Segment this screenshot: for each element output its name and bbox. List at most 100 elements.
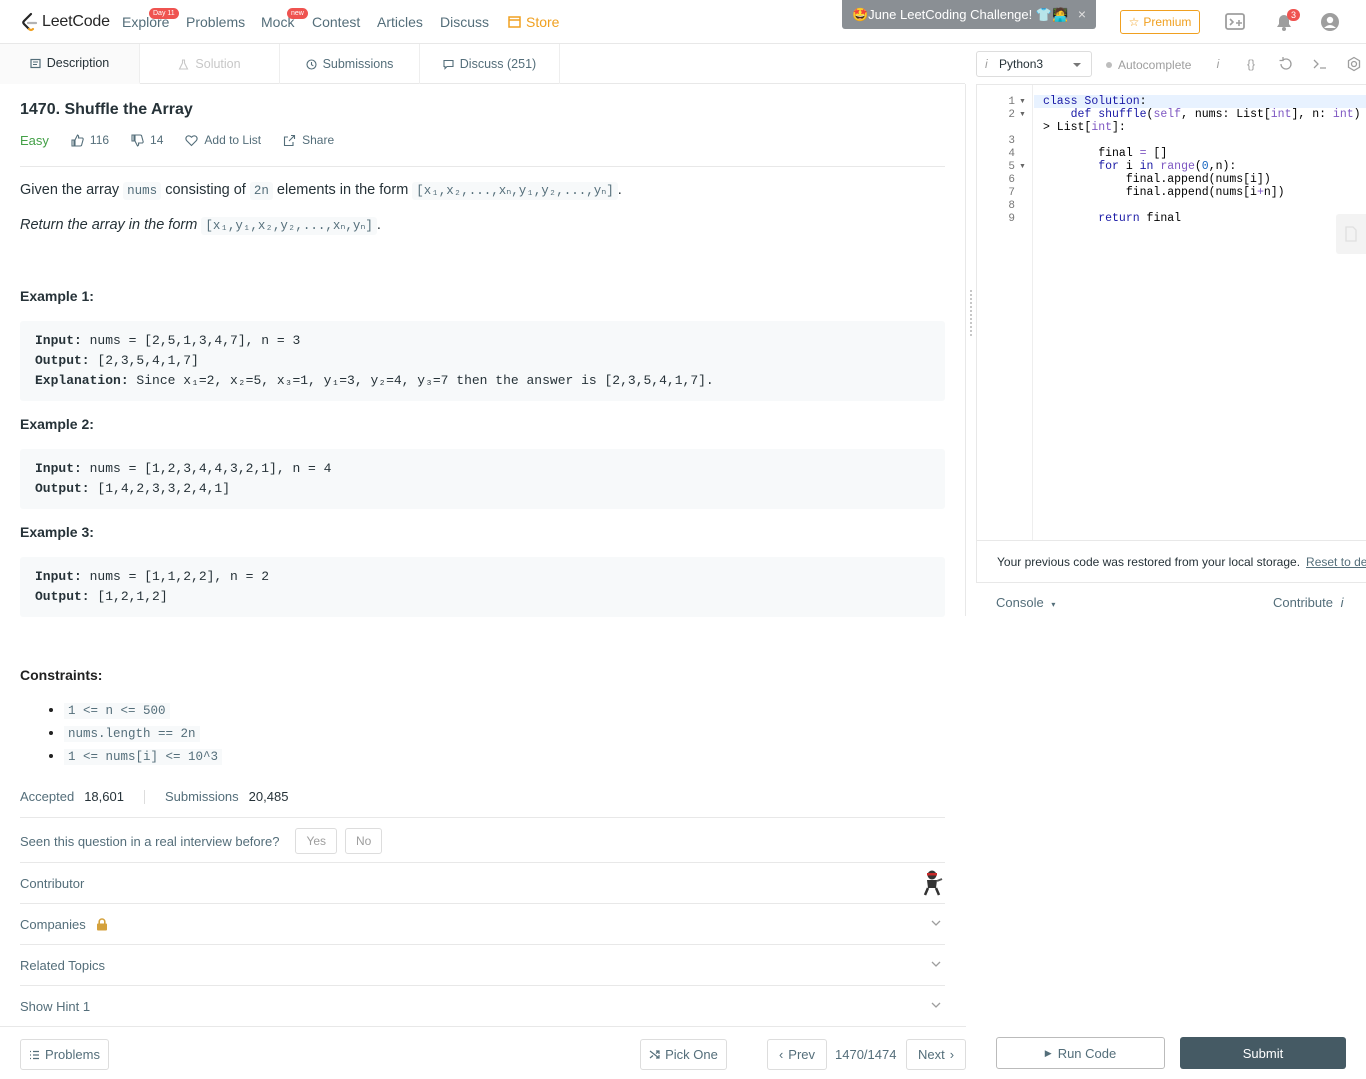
console-label: Console [996, 595, 1044, 610]
autocomplete-toggle[interactable]: Autocomplete [1106, 58, 1191, 72]
constraint-code: 1 <= nums[i] <= 10^3 [64, 749, 223, 765]
nav-discuss[interactable]: Discuss [440, 14, 489, 30]
example-output: [1,2,1,2] [89, 589, 168, 604]
problems-button[interactable]: Problems [20, 1039, 109, 1070]
close-icon[interactable]: × [1078, 6, 1086, 22]
restore-notice: Your previous code was restored from you… [976, 541, 1366, 583]
show-hint-row[interactable]: Show Hint 1 [20, 986, 945, 1026]
tab-discuss[interactable]: Discuss (251) [420, 44, 560, 84]
text: . [376, 217, 381, 233]
text: consisting of [161, 182, 250, 198]
chevron-down-icon [931, 1002, 941, 1008]
reset-icon[interactable] [1278, 56, 1294, 72]
challenge-banner[interactable]: 🤩June LeetCoding Challenge! 👕🧑‍💻 × [842, 0, 1096, 29]
language-select[interactable]: i Python3 [976, 51, 1092, 77]
related-topics-row[interactable]: Related Topics [20, 945, 945, 985]
interview-question: Seen this question in a real interview b… [20, 826, 383, 856]
share-icon [284, 134, 296, 146]
run-code-button[interactable]: ▶ Run Code [996, 1037, 1165, 1069]
divider [20, 817, 945, 818]
next-label: Next [917, 1047, 945, 1062]
example-1-block: Input: nums = [2,5,1,3,4,7], n = 3 Outpu… [20, 321, 945, 401]
list-icon [30, 1050, 40, 1059]
tab-solution[interactable]: Solution [140, 44, 280, 84]
contribute-link[interactable]: Contribute i [1273, 595, 1344, 610]
difficulty-label: Easy [20, 133, 49, 148]
notification-count-badge: 3 [1287, 9, 1301, 21]
output-label: Output: [35, 353, 90, 368]
nav-articles[interactable]: Articles [377, 14, 423, 30]
inline-code: [x₁,x₂,...,xₙ,y₁,y₂,...,yₙ] [412, 182, 618, 200]
constraints-list: 1 <= n <= 500 nums.length == 2n 1 <= num… [44, 699, 223, 768]
inline-code: nums [123, 182, 162, 200]
line-number: 7 [1008, 187, 1015, 199]
document-icon [30, 58, 41, 68]
fold-arrow-icon[interactable]: ▼ [1019, 111, 1026, 118]
nav-store[interactable]: Store [508, 14, 559, 30]
info-icon[interactable]: i [1210, 56, 1226, 72]
accepted-count: 18,601 [84, 789, 124, 804]
add-to-list-button[interactable]: Add to List [185, 133, 261, 147]
nav-problems[interactable]: Problems [186, 14, 245, 30]
problem-meta: Easy 116 14 Add to List Share [20, 133, 945, 167]
playground-icon[interactable] [1225, 12, 1247, 32]
top-navbar: LeetCode Explore Day 11 Problems Mock ne… [0, 0, 1366, 44]
drag-handle[interactable] [970, 290, 972, 336]
chevron-right-icon: › [949, 1047, 955, 1062]
text: elements in the form [272, 182, 413, 198]
line-number: 5 [1008, 161, 1015, 173]
reset-to-default-link[interactable]: Reset to default [1306, 555, 1366, 569]
like-button[interactable]: 116 [71, 133, 109, 147]
companies-label: Companies [20, 916, 86, 932]
terminal-icon[interactable] [1312, 56, 1328, 72]
submit-button[interactable]: Submit [1180, 1037, 1346, 1069]
chevron-left-icon: ‹ [778, 1047, 784, 1062]
line-number: 6 [1008, 174, 1015, 186]
note-icon [1345, 226, 1357, 242]
next-button[interactable]: Next › [906, 1039, 966, 1070]
share-button[interactable]: Share [283, 133, 334, 147]
accepted-label: Accepted [20, 789, 75, 804]
language-value: Python3 [999, 57, 1044, 71]
console-toggle[interactable]: Console ▾ [996, 595, 1055, 610]
code-line: def shuffle(self, nums: List[int], n: in… [1070, 108, 1361, 121]
settings-icon[interactable] [1346, 56, 1362, 72]
braces-icon[interactable]: {} [1243, 56, 1259, 72]
code-line: > List[int]: [1043, 121, 1126, 134]
prev-button[interactable]: ‹ Prev [767, 1039, 827, 1070]
code-editor[interactable]: 1 ▼ 2 ▼ 3 4 5 ▼ 6 7 8 9 class Solution: … [976, 84, 1366, 541]
nav-contest[interactable]: Contest [312, 14, 360, 30]
yes-button[interactable]: Yes [295, 828, 338, 854]
text: Return the array in the form [20, 217, 202, 233]
constraint-code: 1 <= n <= 500 [64, 703, 170, 719]
editor-toolbar: i Python3 Autocomplete i {} [976, 44, 1366, 84]
leetcode-logo[interactable]: LeetCode [20, 10, 110, 34]
autocomplete-label: Autocomplete [1118, 58, 1192, 72]
side-panel-toggle[interactable] [1336, 214, 1366, 254]
premium-button[interactable]: ☆ Premium [1120, 10, 1200, 34]
text: . [617, 182, 622, 198]
pick-one-button[interactable]: Pick One [640, 1039, 727, 1070]
companies-row[interactable]: Companies [20, 904, 945, 944]
contributor-avatar[interactable] [921, 869, 943, 897]
code-line: final = [] [1043, 147, 1168, 160]
store-icon [508, 16, 521, 28]
comment-icon [443, 59, 454, 70]
tab-submissions[interactable]: Submissions [280, 44, 420, 84]
output-label: Output: [35, 481, 90, 496]
star-icon: ☆ [1128, 15, 1140, 29]
user-avatar-icon[interactable] [1319, 12, 1341, 32]
no-button[interactable]: No [345, 828, 383, 854]
example-3-heading: Example 3: [20, 524, 94, 540]
logo-text: LeetCode [42, 13, 110, 30]
input-label: Input: [35, 569, 82, 584]
add-to-list-label: Add to List [204, 133, 262, 147]
fold-arrow-icon[interactable]: ▼ [1019, 163, 1026, 170]
explore-day-badge: Day 11 [149, 8, 179, 19]
line-number: 8 [1008, 200, 1015, 212]
fold-arrow-icon[interactable]: ▼ [1019, 98, 1026, 105]
tab-description-label: Description [46, 56, 110, 70]
dislike-button[interactable]: 14 [131, 133, 163, 147]
input-label: Input: [35, 333, 82, 348]
tab-description[interactable]: Description [0, 44, 140, 84]
